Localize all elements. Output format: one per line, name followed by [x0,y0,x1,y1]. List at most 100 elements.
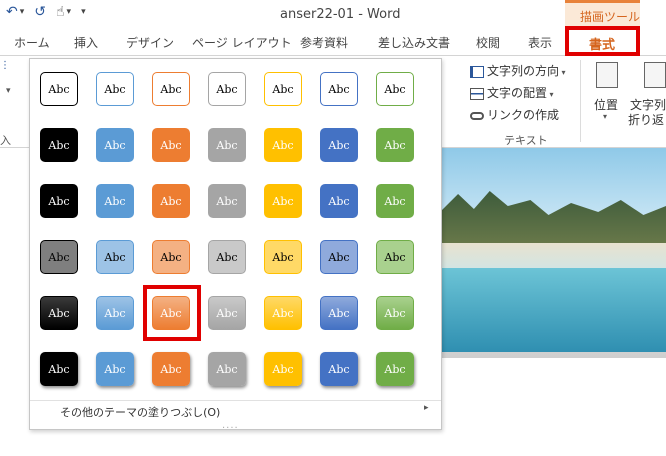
swatch-sample-text: Abc [384,194,406,208]
text-direction-button[interactable]: 文字列の方向 ▾ [470,62,566,79]
fill-swatch-r2-gray[interactable]: Abc [208,128,246,162]
undo-icon[interactable]: ↶ [6,4,18,20]
swatch-sample-text: Abc [104,138,126,152]
tab-page-layout[interactable]: ページ レイアウト [192,34,292,51]
fill-swatch-r4-blue[interactable]: Abc [96,240,134,274]
swatch-sample-text: Abc [384,362,406,376]
tab-design[interactable]: デザイン [126,34,174,51]
ribbon-left-fragment-icon: ⋮ [0,60,10,71]
fill-swatch-r6-gray[interactable]: Abc [208,352,246,386]
fill-swatch-r4-dark-blue[interactable]: Abc [320,240,358,274]
text-align-icon [470,87,484,100]
swatch-sample-text: Abc [272,306,294,320]
text-align-button[interactable]: 文字の配置 ▾ [470,84,554,101]
position-label[interactable]: 位置 [594,96,618,113]
fill-swatch-r3-black[interactable]: Abc [40,184,78,218]
swatch-sample-text: Abc [216,194,238,208]
swatch-sample-text: Abc [384,250,406,264]
text-group-label: テキスト [504,134,548,147]
fill-swatch-r3-gold[interactable]: Abc [264,184,302,218]
swatch-sample-text: Abc [48,194,70,208]
fill-swatch-r6-gold[interactable]: Abc [264,352,302,386]
fill-swatch-r1-orange[interactable]: Abc [152,72,190,106]
fill-swatch-r6-dark-blue[interactable]: Abc [320,352,358,386]
ribbon-left-group-fragment: 入 [0,134,11,147]
fill-swatch-r3-gray[interactable]: Abc [208,184,246,218]
fill-swatch-r4-black[interactable]: Abc [40,240,78,274]
swatch-sample-text: Abc [104,362,126,376]
fill-swatch-r4-gold[interactable]: Abc [264,240,302,274]
create-link-label: リンクの作成 [487,108,560,122]
tab-review[interactable]: 校閲 [476,34,500,51]
fill-swatch-r1-gray[interactable]: Abc [208,72,246,106]
fill-swatch-r2-blue[interactable]: Abc [96,128,134,162]
window-title: anser22-01 - Word [280,7,401,22]
fill-swatch-r3-dark-blue[interactable]: Abc [320,184,358,218]
fill-swatch-r6-blue[interactable]: Abc [96,352,134,386]
swatch-sample-text: Abc [216,250,238,264]
swatch-sample-text: Abc [104,250,126,264]
fill-swatch-r4-orange[interactable]: Abc [152,240,190,274]
resize-grip-icon[interactable]: .... [222,420,239,431]
tab-references[interactable]: 参考資料 [300,34,348,51]
swatch-sample-text: Abc [48,250,70,264]
tab-home[interactable]: ホーム [14,34,50,51]
position-icon[interactable] [596,62,618,88]
ribbon-left-dropdown-icon[interactable]: ▾ [6,86,11,96]
swatch-sample-text: Abc [328,194,350,208]
swatch-sample-text: Abc [328,362,350,376]
fill-swatch-r5-green[interactable]: Abc [376,296,414,330]
swatch-sample-text: Abc [272,362,294,376]
picture-water [440,268,666,352]
tab-view[interactable]: 表示 [528,34,552,51]
customize-qat-icon[interactable]: ▾ [81,7,86,17]
fill-swatch-r1-green[interactable]: Abc [376,72,414,106]
fill-swatch-r3-blue[interactable]: Abc [96,184,134,218]
title-bar: ↶ ▾ ↺ ☝ ▾ ▾ anser22-01 - Word 描画ツール [0,0,666,28]
redo-icon[interactable]: ↺ [34,4,46,20]
touch-mode-icon[interactable]: ☝ [56,4,65,20]
swatch-sample-text: Abc [160,82,182,96]
fill-swatch-r2-black[interactable]: Abc [40,128,78,162]
fill-swatch-r1-blue[interactable]: Abc [96,72,134,106]
fill-swatch-r5-black[interactable]: Abc [40,296,78,330]
fill-swatch-r1-gold[interactable]: Abc [264,72,302,106]
swatch-sample-text: Abc [216,138,238,152]
text-direction-icon [470,65,484,78]
tab-insert[interactable]: 挿入 [74,34,98,51]
selected-swatch-highlight [143,285,201,341]
fill-swatch-r5-gold[interactable]: Abc [264,296,302,330]
fill-swatch-r2-green[interactable]: Abc [376,128,414,162]
fill-swatch-r6-black[interactable]: Abc [40,352,78,386]
tab-format[interactable]: 書式 [565,26,640,56]
fill-swatch-r6-orange[interactable]: Abc [152,352,190,386]
wrap-text-icon[interactable] [644,62,666,88]
fill-swatch-r1-dark-blue[interactable]: Abc [320,72,358,106]
position-dropdown-icon[interactable]: ▾ [603,112,607,121]
fill-swatch-r3-orange[interactable]: Abc [152,184,190,218]
fill-swatch-r2-orange[interactable]: Abc [152,128,190,162]
create-link-button[interactable]: リンクの作成 [470,106,559,123]
fill-swatch-r5-gray[interactable]: Abc [208,296,246,330]
fill-swatch-r1-black[interactable]: Abc [40,72,78,106]
swatch-sample-text: Abc [48,138,70,152]
swatch-sample-text: Abc [328,82,350,96]
swatch-sample-text: Abc [328,138,350,152]
fill-swatch-r2-dark-blue[interactable]: Abc [320,128,358,162]
fill-swatch-r6-green[interactable]: Abc [376,352,414,386]
swatch-sample-text: Abc [160,138,182,152]
beach-picture[interactable] [440,148,666,352]
fill-swatch-r2-gold[interactable]: Abc [264,128,302,162]
fill-swatch-r3-green[interactable]: Abc [376,184,414,218]
swatch-sample-text: Abc [48,82,70,96]
tab-mailings[interactable]: 差し込み文書 [378,34,450,51]
undo-dropdown-icon[interactable]: ▾ [20,7,25,17]
more-theme-fills-menu-item[interactable]: その他のテーマの塗りつぶし(O) ▸ [30,400,441,419]
touch-dropdown-icon[interactable]: ▾ [67,7,72,17]
wrap-text-label-2[interactable]: 折り返し [628,111,666,128]
fill-swatch-r4-gray[interactable]: Abc [208,240,246,274]
fill-swatch-r5-dark-blue[interactable]: Abc [320,296,358,330]
fill-swatch-r5-blue[interactable]: Abc [96,296,134,330]
fill-swatch-r4-green[interactable]: Abc [376,240,414,274]
swatch-sample-text: Abc [328,250,350,264]
